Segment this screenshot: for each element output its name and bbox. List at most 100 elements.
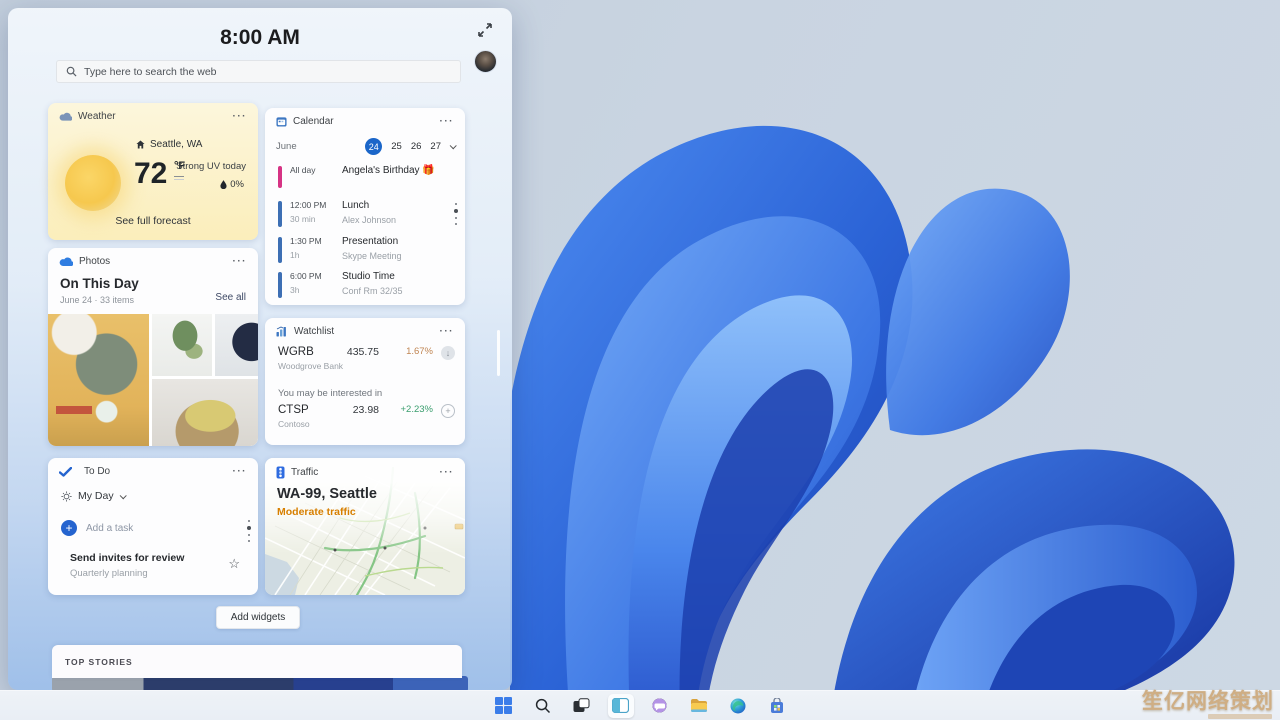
calendar-scroll-indicator[interactable] [454, 203, 458, 225]
folder-icon [690, 699, 707, 712]
my-day-selector[interactable]: My Day [61, 490, 127, 502]
todo-check-icon [59, 466, 72, 477]
calendar-title: Calendar [293, 116, 334, 127]
event-subtitle: Skype Meeting [342, 251, 402, 261]
traffic-title: Traffic [291, 467, 319, 478]
event-time: All day [290, 165, 316, 175]
file-explorer-button[interactable] [686, 694, 712, 718]
calendar-event[interactable]: All day Angela's Birthday 🎁 [278, 165, 455, 188]
event-subtitle: Conf Rm 32/35 [342, 286, 403, 296]
calendar-date[interactable]: 25 [391, 141, 402, 152]
task-subtitle: Quarterly planning [70, 568, 148, 579]
sun-icon [65, 155, 121, 211]
calendar-event[interactable]: 1:30 PM 1h Presentation Skype Meeting [278, 236, 455, 263]
event-color-bar [278, 166, 282, 188]
event-time: 6:00 PM [290, 271, 322, 281]
todo-title-text: To Do [84, 466, 111, 477]
add-task-placeholder: Add a task [86, 522, 134, 534]
search-icon [535, 698, 550, 713]
stock-price: 435.75 [346, 346, 379, 358]
chat-icon [652, 698, 667, 712]
task-view-button[interactable] [569, 694, 595, 718]
weather-widget[interactable]: Weather ··· Seattle, WA 72 °F Strong UV … [48, 103, 258, 240]
calendar-icon [276, 117, 287, 127]
widgets-button[interactable] [607, 693, 634, 718]
traffic-status: Moderate traffic [277, 506, 356, 518]
calendar-event[interactable]: 12:00 PM 30 min Lunch Alex Johnson [278, 200, 455, 227]
user-avatar[interactable] [474, 50, 497, 73]
watermark-text: 笙亿网络策划 [1142, 690, 1274, 713]
calendar-date-selected[interactable]: 24 [365, 138, 383, 155]
taskbar-search-button[interactable] [530, 694, 556, 718]
event-duration: 3h [290, 285, 300, 295]
stock-name: Contoso [278, 419, 310, 429]
event-color-bar [278, 272, 282, 298]
chat-button[interactable] [647, 694, 673, 718]
stock-pinned-badge-icon[interactable]: ↓ [441, 346, 455, 360]
interest-label: You may be interested in [278, 388, 383, 399]
calendar-date[interactable]: 26 [411, 141, 422, 152]
stock-row[interactable]: CTSP Contoso 23.98 +2.23% + [278, 404, 455, 429]
weather-menu-button[interactable]: ··· [233, 111, 248, 122]
stock-price: 23.98 [352, 404, 379, 416]
stock-change: 1.67% [406, 346, 433, 357]
windows-logo-icon [495, 697, 512, 714]
clock-time: 8:00 AM [220, 26, 300, 49]
stock-symbol: WGRB [278, 346, 314, 358]
photo-thumbnail[interactable] [152, 379, 258, 446]
microsoft-store-button[interactable] [764, 694, 790, 718]
watchlist-menu-button[interactable]: ··· [440, 326, 455, 337]
stock-change: +2.23% [400, 404, 434, 415]
traffic-widget[interactable]: Traffic ··· WA-99, Seattle Moderate traf… [265, 458, 465, 595]
task-title[interactable]: Send invites for review [70, 552, 184, 564]
add-stock-button-icon[interactable]: + [441, 404, 455, 418]
photos-widget[interactable]: Photos ··· On This Day June 24 · 33 item… [48, 248, 258, 446]
start-button[interactable] [491, 694, 517, 718]
event-subtitle: Alex Johnson [342, 215, 397, 225]
todo-menu-button[interactable]: ··· [233, 466, 248, 477]
calendar-expand-chevron-icon[interactable] [449, 142, 457, 150]
todo-scroll-indicator[interactable] [247, 520, 251, 542]
store-icon [770, 697, 783, 713]
top-stories-section[interactable]: TOP STORIES [52, 645, 462, 678]
traffic-menu-button[interactable]: ··· [440, 467, 455, 478]
photos-menu-button[interactable]: ··· [233, 256, 248, 267]
panel-scrollbar[interactable] [497, 330, 500, 376]
task-star-icon[interactable]: ☆ [228, 556, 240, 572]
photo-thumbnail[interactable] [48, 314, 149, 446]
photo-thumbnail[interactable] [152, 314, 213, 376]
search-input[interactable]: Type here to search the web [56, 60, 461, 83]
photo-thumbnail[interactable] [215, 314, 258, 376]
watchlist-widget[interactable]: Watchlist ··· WGRB Woodgrove Bank 435.75… [265, 318, 465, 445]
add-task-field[interactable]: + Add a task [61, 520, 133, 536]
my-day-chevron-icon [119, 491, 127, 499]
stock-name: Woodgrove Bank [278, 361, 344, 371]
event-time: 12:00 PM [290, 200, 327, 210]
weather-temperature: 72 [134, 157, 168, 190]
edge-browser-button[interactable] [725, 694, 751, 718]
edge-icon [730, 698, 745, 713]
event-title: Presentation [342, 236, 399, 247]
event-title: Angela's Birthday 🎁 [342, 165, 435, 176]
widgets-icon [612, 698, 629, 713]
event-title: Lunch [342, 200, 370, 211]
todo-widget[interactable]: To Do ··· My Day + Add a task Send invit… [48, 458, 258, 595]
droplet-icon [220, 180, 227, 189]
calendar-menu-button[interactable]: ··· [440, 116, 455, 127]
photos-subtitle: June 24 · 33 items [60, 295, 135, 305]
add-widgets-button[interactable]: Add widgets [216, 606, 300, 629]
photo-collage[interactable] [48, 314, 258, 446]
calendar-event[interactable]: 6:00 PM 3h Studio Time Conf Rm 32/35 [278, 271, 455, 298]
calendar-month: June [276, 141, 297, 152]
my-day-label: My Day [78, 490, 114, 502]
see-full-forecast-link[interactable]: See full forecast [48, 215, 258, 227]
calendar-widget[interactable]: Calendar ··· June 24 25 26 27 All day An… [265, 108, 465, 305]
calendar-date[interactable]: 27 [430, 141, 441, 152]
see-all-link[interactable]: See all [215, 292, 246, 303]
sun-outline-icon [61, 490, 72, 502]
stock-row[interactable]: WGRB Woodgrove Bank 435.75 1.67% ↓ [278, 346, 455, 371]
watchlist-title: Watchlist [294, 326, 335, 337]
traffic-heading: WA-99, Seattle [277, 486, 377, 502]
expand-panel-icon[interactable] [476, 21, 494, 39]
home-icon [136, 140, 145, 149]
